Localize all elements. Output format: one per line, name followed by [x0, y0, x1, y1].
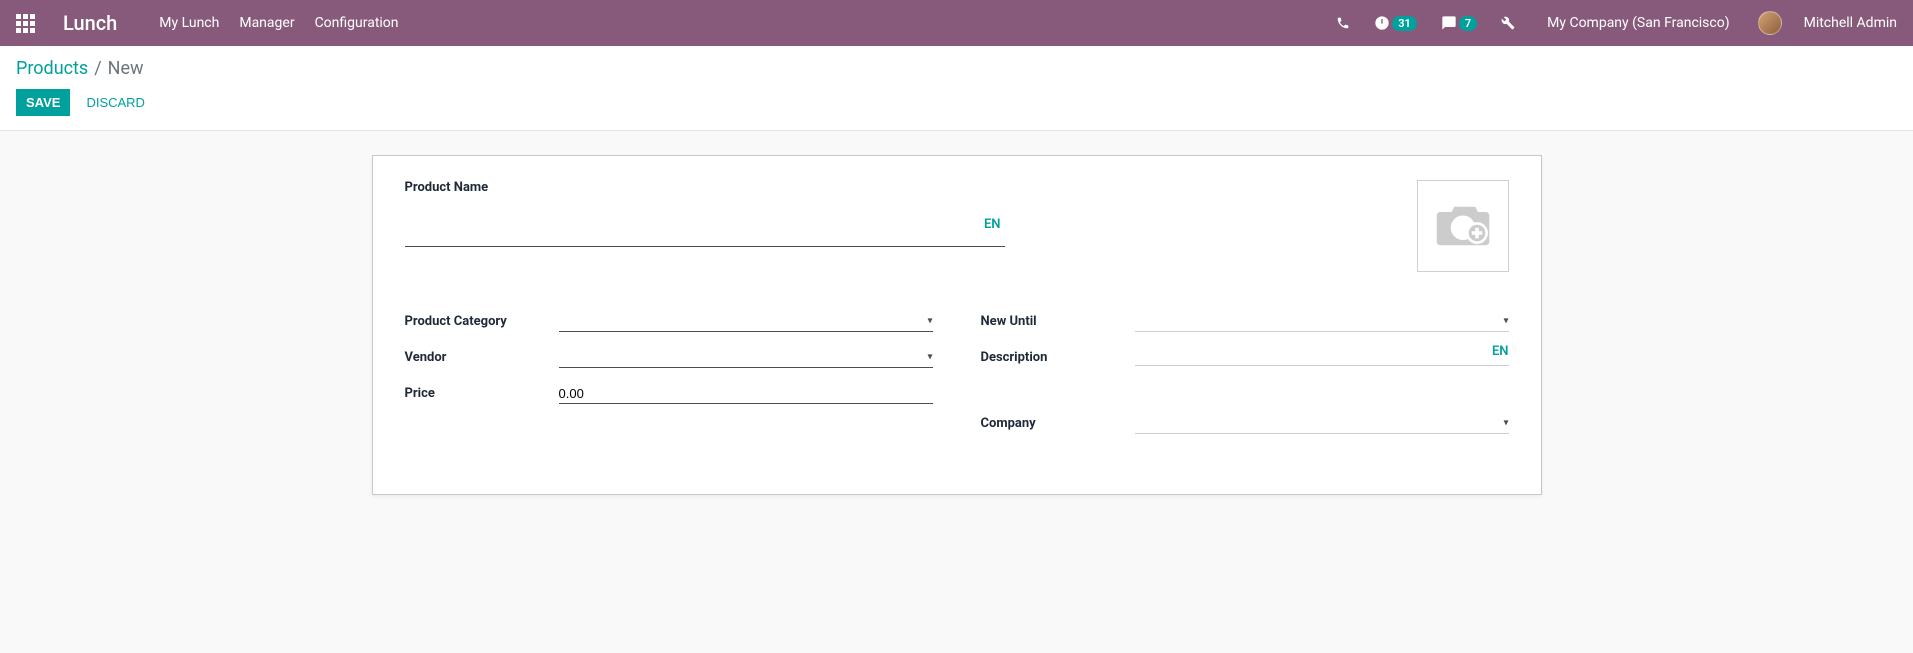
messaging-badge: 7 — [1459, 16, 1477, 31]
description-label: Description — [981, 350, 1135, 365]
product-image-upload[interactable] — [1417, 180, 1509, 272]
breadcrumb-parent[interactable]: Products — [16, 58, 88, 79]
save-button[interactable]: Save — [16, 89, 70, 116]
nav-my-lunch[interactable]: My Lunch — [157, 11, 221, 35]
app-brand: Lunch — [63, 11, 117, 35]
camera-plus-icon — [1435, 204, 1491, 248]
activity-badge: 31 — [1392, 16, 1417, 31]
top-navbar: Lunch My Lunch Manager Configuration 31 … — [0, 0, 1913, 46]
form-sheet: Product Name EN Product Category ▾ — [372, 155, 1542, 495]
user-menu[interactable]: Mitchell Admin — [1804, 15, 1897, 31]
activity-icon[interactable]: 31 — [1370, 11, 1421, 35]
price-input[interactable] — [559, 384, 933, 404]
name-language-badge[interactable]: EN — [984, 217, 1001, 232]
apps-menu-icon[interactable] — [16, 14, 35, 33]
product-category-select[interactable] — [559, 312, 933, 332]
price-label: Price — [405, 386, 559, 401]
control-panel-actions: Save Discard — [16, 89, 1897, 116]
nav-manager[interactable]: Manager — [237, 11, 296, 35]
new-until-input[interactable] — [1135, 312, 1509, 332]
debug-icon[interactable] — [1497, 12, 1519, 34]
breadcrumb-separator: / — [94, 58, 101, 79]
company-select[interactable] — [1135, 414, 1509, 434]
nav-configuration[interactable]: Configuration — [313, 11, 401, 35]
description-language-badge[interactable]: EN — [1492, 344, 1509, 359]
description-input[interactable] — [1135, 344, 1509, 366]
company-label: Company — [981, 416, 1135, 431]
breadcrumb: Products / New — [16, 58, 1897, 79]
user-avatar[interactable] — [1758, 11, 1782, 35]
product-name-input[interactable] — [405, 201, 1005, 247]
new-until-label: New Until — [981, 314, 1135, 329]
messaging-icon[interactable]: 7 — [1437, 11, 1481, 35]
breadcrumb-current: New — [108, 58, 144, 79]
vendor-select[interactable] — [559, 348, 933, 368]
product-name-label: Product Name — [405, 180, 1417, 195]
discard-button[interactable]: Discard — [82, 89, 149, 116]
control-panel: Products / New Save Discard — [0, 46, 1913, 131]
content-area: Product Name EN Product Category ▾ — [0, 131, 1913, 519]
company-selector[interactable]: My Company (San Francisco) — [1547, 15, 1729, 31]
product-category-label: Product Category — [405, 314, 559, 329]
vendor-label: Vendor — [405, 350, 559, 365]
form-left-column: Product Category ▾ Vendor ▾ Price — [405, 308, 933, 446]
phone-icon[interactable] — [1332, 12, 1354, 34]
form-right-column: New Until ▾ Description EN Company — [981, 308, 1509, 446]
